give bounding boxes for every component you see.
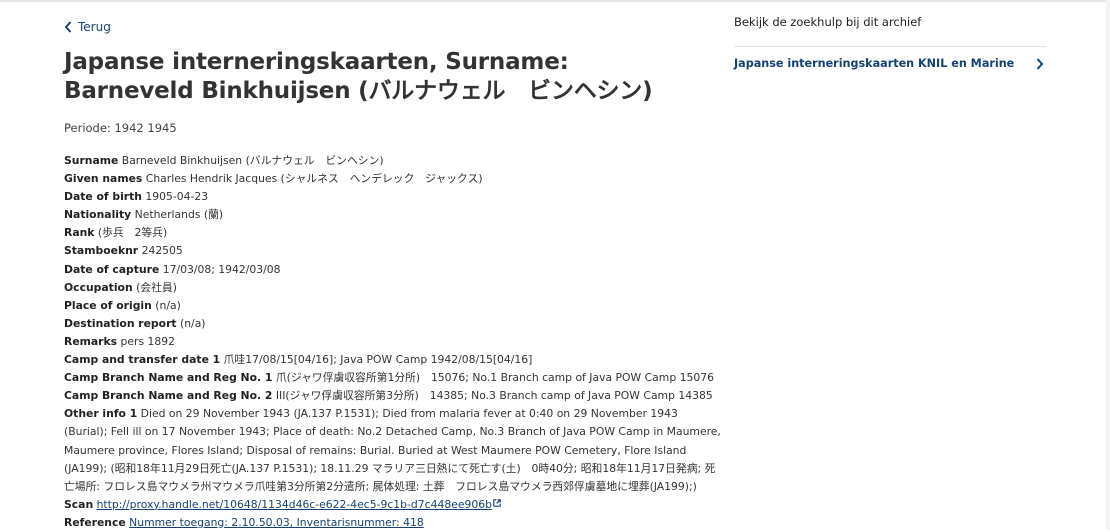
field-value: (歩兵 2等兵) [97,226,168,240]
field-value: (n/a) [180,316,206,330]
field-label: Reference [64,515,126,529]
periode: Periode: 1942 1945 [64,121,177,135]
sidebar-divider [734,46,1046,47]
field-rank: Rank (歩兵 2等兵) [64,224,724,242]
field-label: Scan [64,497,94,511]
field-value: Barneveld Binkhuijsen (バルナウェル ビンヘシン) [121,154,384,167]
field-destination-report: Destination report (n/a) [64,315,724,333]
field-place-of-origin: Place of origin (n/a) [64,297,724,315]
chevron-left-icon [64,21,72,33]
field-value: Died on 29 November 1943 (JA.137 P.1531)… [64,407,721,493]
field-value: 爪(ジャワ俘虜収容所第1分所) 15076; No.1 Branch camp … [275,371,714,385]
field-label: Given names [64,172,143,186]
field-label: Date of capture [64,262,160,276]
field-label: Camp and transfer date 1 [64,353,221,367]
finding-aid-label: Japanse interneringskaarten KNIL en Mari… [734,57,1015,70]
page-title: Japanse interneringskaarten, Surname: Ba… [64,49,653,104]
chevron-right-icon [1036,57,1044,70]
field-label: Camp Branch Name and Reg No. 2 [64,389,273,403]
field-label: Rank [64,226,95,240]
field-value: 17/03/08; 1942/03/08 [162,262,281,276]
field-label: Date of birth [64,190,142,204]
back-link-label: Terug [78,20,111,34]
field-other-info: Other info 1 Died on 29 November 1943 (J… [64,405,724,495]
field-value: (n/a) [155,298,181,312]
field-stamboeknr: Stamboeknr 242505 [64,242,724,260]
field-label: Camp Branch Name and Reg No. 1 [64,371,273,385]
record-fields: Surname Barneveld Binkhuijsen (バルナウェル ビン… [64,152,724,532]
field-label: Nationality [64,208,132,222]
field-surname: Surname Barneveld Binkhuijsen (バルナウェル ビン… [64,152,724,170]
finding-aid-link[interactable]: Japanse interneringskaarten KNIL en Mari… [734,57,1046,70]
field-camp-branch-2: Camp Branch Name and Reg No. 2 III(ジャワ俘虜… [64,387,724,405]
field-value: Charles Hendrik Jacques (シャルネス ヘンデレック ジャ… [145,172,483,186]
field-value: 242505 [141,244,183,258]
field-date-of-birth: Date of birth 1905-04-23 [64,188,724,206]
top-border [0,0,1110,2]
field-camp-branch-1: Camp Branch Name and Reg No. 1 爪(ジャワ俘虜収容… [64,369,724,387]
field-value: pers 1892 [120,334,176,348]
field-label: Place of origin [64,298,152,312]
sidebar-heading: Bekijk de zoekhulp bij dit archief [734,15,922,29]
field-value: 爪哇17/08/15[04/16]; Java POW Camp 1942/08… [223,353,533,367]
field-camp-transfer-date: Camp and transfer date 1 爪哇17/08/15[04/1… [64,351,724,369]
field-label: Stamboeknr [64,244,139,258]
field-value: 1905-04-23 [145,190,209,204]
field-date-of-capture: Date of capture 17/03/08; 1942/03/08 [64,261,724,279]
field-value: III(ジャワ俘虜収容所第3分所) 14385; No.3 Branch cam… [275,389,713,403]
reference-link[interactable]: Nummer toegang: 2.10.50.03, Inventarisnu… [129,516,424,529]
scrollbar-track[interactable] [1106,0,1110,530]
field-remarks: Remarks pers 1892 [64,333,724,351]
field-label: Remarks [64,334,118,348]
field-nationality: Nationality Netherlands (蘭) [64,206,724,224]
field-label: Occupation [64,280,133,294]
field-label: Destination report [64,316,177,330]
field-reference: Reference Nummer toegang: 2.10.50.03, In… [64,514,724,532]
field-occupation: Occupation (会社員) [64,279,724,297]
field-given-names: Given names Charles Hendrik Jacques (シャル… [64,170,724,188]
field-label: Other info 1 [64,407,138,421]
field-value: (会社員) [136,280,177,294]
field-scan: Scan http://proxy.handle.net/10648/1134d… [64,496,724,514]
external-link-icon [493,499,501,507]
scan-link[interactable]: http://proxy.handle.net/10648/1134d46c-e… [97,498,492,511]
field-label: Surname [64,154,119,167]
field-value: Netherlands (蘭) [134,208,224,222]
back-link[interactable]: Terug [64,20,111,34]
